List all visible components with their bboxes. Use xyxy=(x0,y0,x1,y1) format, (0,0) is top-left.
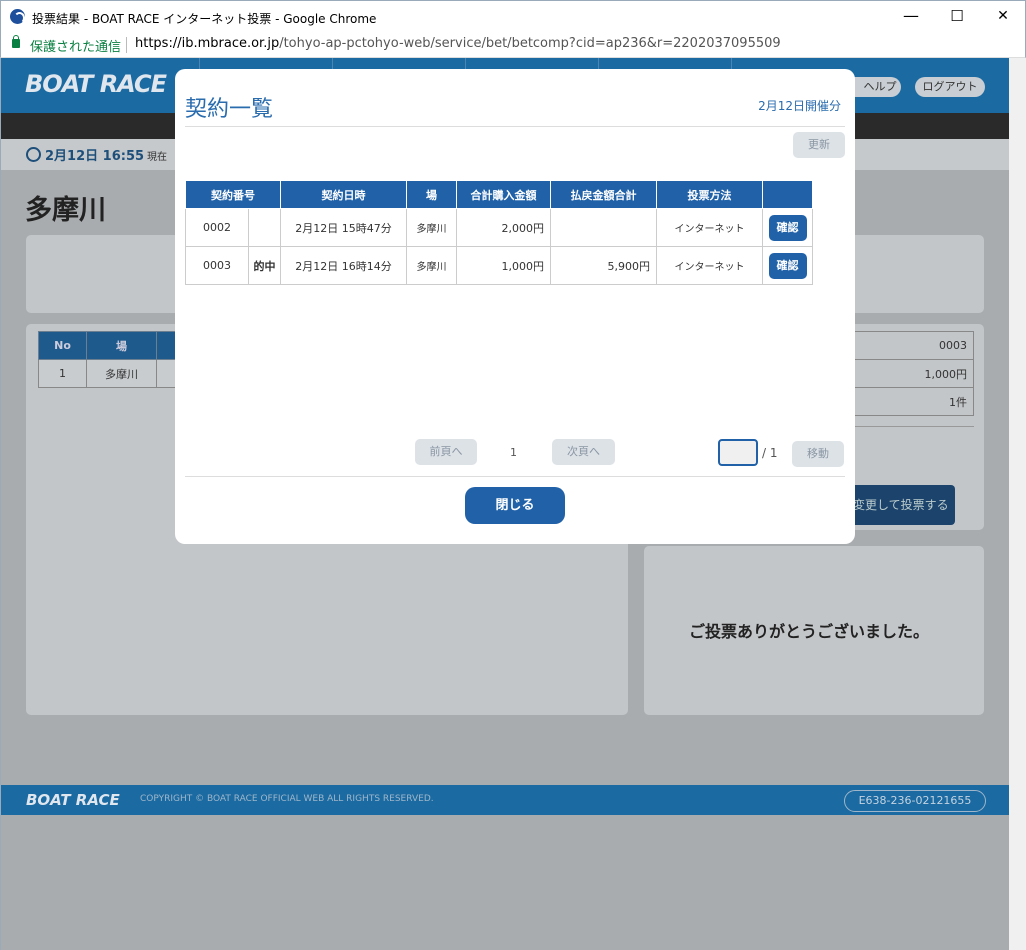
table-row: 1 多摩川 xyxy=(38,359,177,388)
current-page: 1 xyxy=(510,446,517,459)
divider xyxy=(185,126,845,127)
page-bottom xyxy=(1,815,1009,950)
app-icon xyxy=(10,9,25,24)
bets-table: No 場 1 多摩川 xyxy=(38,331,177,388)
thanks-message: ご投票ありがとうございました。 xyxy=(689,622,930,641)
now-label: 現在 xyxy=(147,152,167,163)
contract-place: 多摩川 xyxy=(406,246,457,285)
copyright: COPYRIGHT © BOAT RACE OFFICIAL WEB ALL R… xyxy=(140,794,434,804)
close-window-button[interactable]: ✕ xyxy=(980,1,1026,32)
col-place: 場 xyxy=(406,180,457,209)
contract-datetime: 2月12日 15時47分 xyxy=(280,208,407,247)
col-payout: 払戻金額合計 xyxy=(550,180,657,209)
summary-table: 0003 1,000円 1件 xyxy=(847,331,974,416)
contract-payout xyxy=(550,208,657,247)
current-time: 2月12日 16:55 xyxy=(45,149,145,164)
contract-amount: 2,000円 xyxy=(456,208,551,247)
modal-date: 2月12日開催分 xyxy=(758,99,841,113)
confirm-button[interactable]: 確認 xyxy=(768,214,807,241)
confirm-button[interactable]: 確認 xyxy=(768,252,807,279)
col-datetime: 契約日時 xyxy=(280,180,407,209)
table-row: 0002 2月12日 15時47分 多摩川 2,000円 インターネット 確認 xyxy=(185,208,813,247)
col-method: 投票方法 xyxy=(656,180,763,209)
logout-button[interactable]: ログアウト xyxy=(915,77,985,97)
next-page-button[interactable]: 次頁へ xyxy=(552,439,615,465)
minimize-button[interactable]: — xyxy=(888,1,934,32)
hit-badge xyxy=(248,208,281,247)
row-no: 1 xyxy=(38,359,87,388)
contract-no: 0002 xyxy=(185,208,249,247)
total-pages: / 1 xyxy=(762,446,778,460)
col-place: 場 xyxy=(86,331,157,360)
site-footer: BOAT RACE COPYRIGHT © BOAT RACE OFFICIAL… xyxy=(1,785,1009,815)
boatrace-logo: BOAT RACE xyxy=(25,70,167,98)
contract-place: 多摩川 xyxy=(406,208,457,247)
clock-icon xyxy=(26,147,41,162)
scrollbar[interactable] xyxy=(1009,58,1026,950)
modal-title: 契約一覧 xyxy=(185,97,274,122)
maximize-button[interactable]: ☐ xyxy=(934,1,980,32)
contract-method: インターネット xyxy=(656,208,763,247)
divider xyxy=(126,37,127,53)
url-path: /tohyo-ap-pctohyo-web/service/bet/betcom… xyxy=(279,36,781,51)
contract-payout: 5,900円 xyxy=(550,246,657,285)
col-more xyxy=(156,331,177,360)
url-text[interactable]: https://ib.mbrace.or.jp/tohyo-ap-pctohyo… xyxy=(135,36,781,51)
page-number-input[interactable] xyxy=(718,439,758,466)
url-host: https://ib.mbrace.or.jp xyxy=(135,36,280,51)
col-amount: 合計購入金額 xyxy=(456,180,551,209)
contract-amount: 1,000円 xyxy=(456,246,551,285)
summary-contract-no: 0003 xyxy=(847,331,974,360)
contract-datetime: 2月12日 16時14分 xyxy=(280,246,407,285)
summary-count: 1件 xyxy=(847,387,974,416)
col-no: No xyxy=(38,331,87,360)
summary-amount: 1,000円 xyxy=(847,359,974,388)
contract-table: 契約番号 契約日時 場 合計購入金額 払戻金額合計 投票方法 0002 2月12… xyxy=(185,180,813,285)
contract-list-modal: 契約一覧 2月12日開催分 更新 契約番号 契約日時 場 合計購入金額 払戻金額… xyxy=(175,69,855,544)
contract-no: 0003 xyxy=(185,246,249,285)
contract-method: インターネット xyxy=(656,246,763,285)
close-modal-button[interactable]: 閉じる xyxy=(465,487,565,524)
table-row: 0003 的中 2月12日 16時14分 多摩川 1,000円 5,900円 イ… xyxy=(185,246,813,285)
divider xyxy=(185,476,845,477)
session-code: E638-236-02121655 xyxy=(844,790,986,812)
col-contract-no: 契約番号 xyxy=(185,180,281,209)
change-bet-button[interactable]: 変更して投票する xyxy=(847,485,955,525)
secure-label: 保護された通信 xyxy=(30,40,122,55)
window-title: 投票結果 - BOAT RACE インターネット投票 - Google Chro… xyxy=(32,12,377,26)
go-page-button[interactable]: 移動 xyxy=(792,441,844,467)
hit-badge: 的中 xyxy=(248,246,281,285)
lock-icon xyxy=(12,35,20,48)
col-action xyxy=(762,180,813,209)
place-title: 多摩川 xyxy=(25,195,106,226)
refresh-button[interactable]: 更新 xyxy=(793,132,845,158)
prev-page-button[interactable]: 前頁へ xyxy=(415,439,477,465)
footer-logo: BOAT RACE xyxy=(26,791,120,809)
window-titlebar: 投票結果 - BOAT RACE インターネット投票 - Google Chro… xyxy=(0,0,1026,32)
row-place: 多摩川 xyxy=(86,359,157,388)
address-bar[interactable]: 保護された通信 https://ib.mbrace.or.jp/tohyo-ap… xyxy=(0,32,1026,58)
